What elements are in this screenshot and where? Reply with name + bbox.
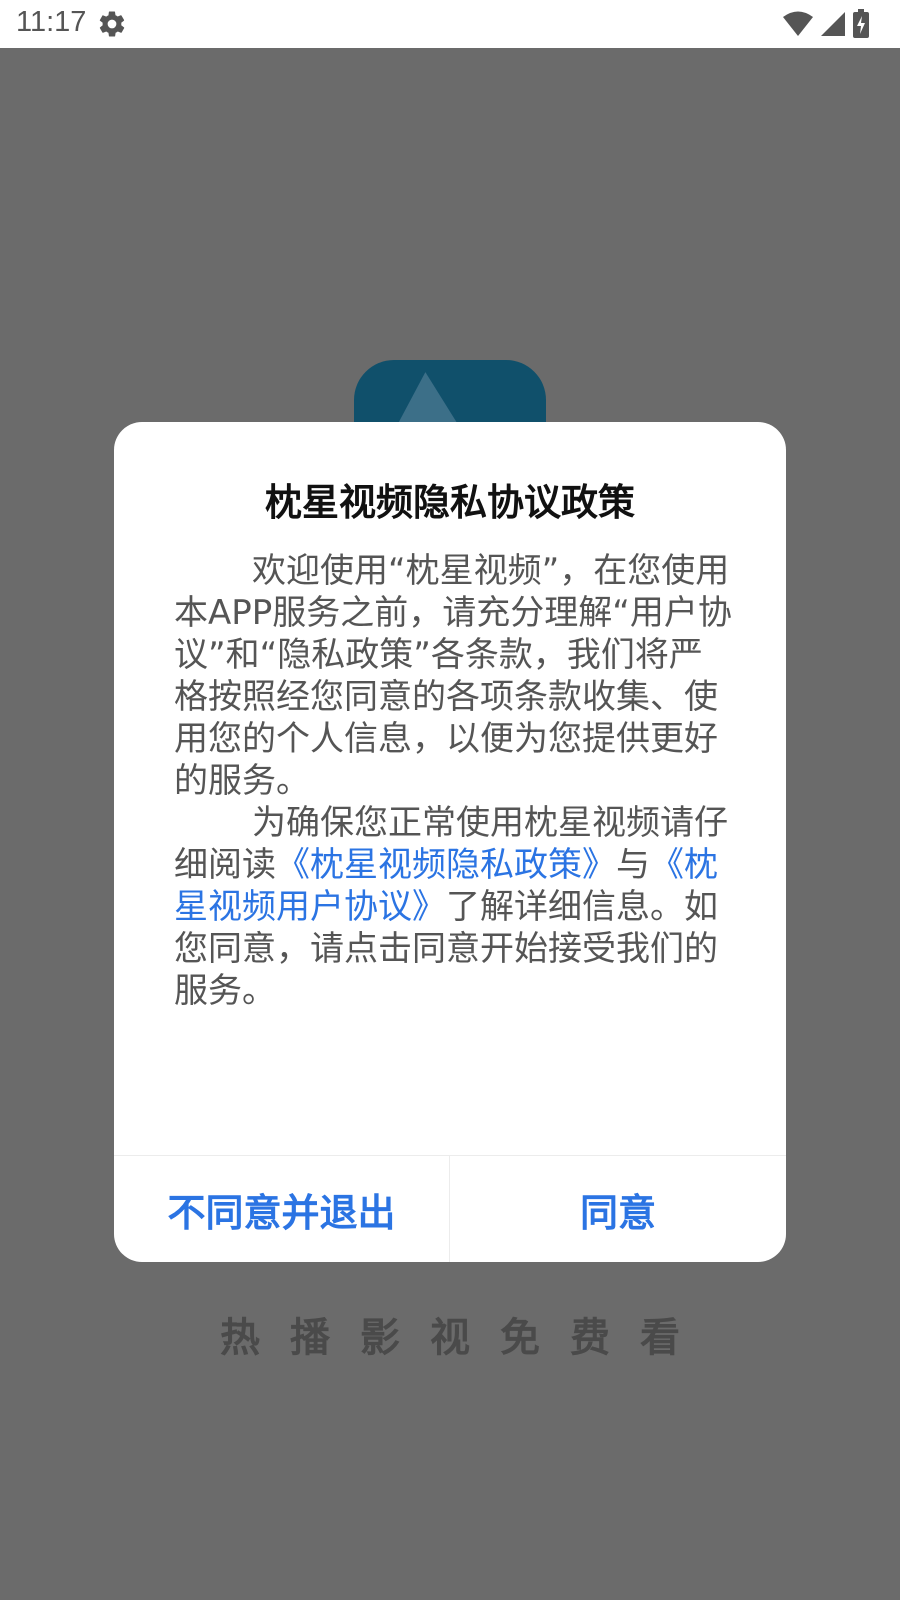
agree-button[interactable]: 同意 [450,1156,786,1262]
decline-and-exit-button[interactable]: 不同意并退出 [114,1156,449,1262]
dialog-paragraph-2: 为确保您正常使用枕星视频请仔细阅读《枕星视频隐私政策》与《枕星视频用户协议》了解… [174,802,734,1012]
status-time: 11:17 [16,6,87,38]
battery-charging-icon [852,9,870,43]
status-bar: 11:17 [0,0,900,48]
status-icons [782,9,870,43]
privacy-dialog: 枕星视频隐私协议政策 欢迎使用“枕星视频”，在您使用本APP服务之前，请充分理解… [114,422,786,1262]
wifi-icon [782,10,814,42]
dialog-paragraph-1: 欢迎使用“枕星视频”，在您使用本APP服务之前，请充分理解“用户协议”和“隐私政… [174,551,732,801]
dialog-body: 欢迎使用“枕星视频”，在您使用本APP服务之前，请充分理解“用户协议”和“隐私政… [174,550,734,1012]
dialog-title: 枕星视频隐私协议政策 [265,481,635,524]
app-slogan: 热播影视免费看 [220,1315,710,1361]
paragraph-2-mid: 与 [616,845,650,885]
privacy-policy-link[interactable]: 《枕星视频隐私政策》 [276,845,616,885]
cellular-signal-icon [820,11,846,41]
settings-gear-icon [97,9,127,39]
